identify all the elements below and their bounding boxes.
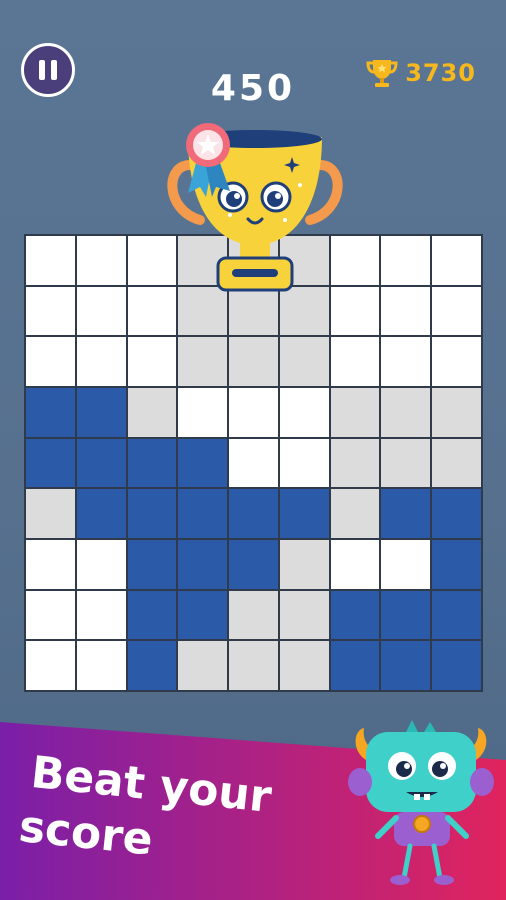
board-cell-empty[interactable] <box>381 438 431 488</box>
board-cell-empty[interactable] <box>26 540 75 589</box>
board-cell-empty[interactable] <box>381 540 431 589</box>
board-cell-empty[interactable] <box>432 388 481 437</box>
board-cell-empty[interactable] <box>26 489 75 538</box>
board-cell-empty[interactable] <box>76 540 126 589</box>
board-cell-empty[interactable] <box>76 236 126 285</box>
board-cell-empty[interactable] <box>229 590 278 640</box>
board-cell-filled[interactable] <box>432 540 481 589</box>
board-cell-filled[interactable] <box>381 590 431 640</box>
board-cell-empty[interactable] <box>229 641 278 690</box>
board-cell-filled[interactable] <box>178 590 228 640</box>
game-board[interactable] <box>24 234 483 692</box>
board-cell-empty[interactable] <box>381 388 431 437</box>
board-cell-empty[interactable] <box>76 590 126 640</box>
board-cell-empty[interactable] <box>330 438 380 488</box>
board-cell-filled[interactable] <box>127 540 177 589</box>
best-score: 3730 <box>365 56 476 90</box>
board-cell-empty[interactable] <box>26 337 75 386</box>
board-cell-empty[interactable] <box>330 540 380 589</box>
board-cell-empty[interactable] <box>432 438 481 488</box>
board-cell-empty[interactable] <box>432 236 481 285</box>
board-cell-empty[interactable] <box>127 337 177 386</box>
board-cell-empty[interactable] <box>381 286 431 336</box>
board-cell-empty[interactable] <box>279 590 329 640</box>
board-cell-filled[interactable] <box>178 438 228 488</box>
board-cell-filled[interactable] <box>127 438 177 488</box>
board-cell-filled[interactable] <box>330 590 380 640</box>
board-cell-filled[interactable] <box>178 489 228 538</box>
board-cell-filled[interactable] <box>178 540 228 589</box>
board-cell-empty[interactable] <box>432 337 481 386</box>
board-cell-filled[interactable] <box>330 641 380 690</box>
board-cell-empty[interactable] <box>26 641 75 690</box>
board-cell-filled[interactable] <box>26 438 75 488</box>
board-cell-empty[interactable] <box>178 641 228 690</box>
board-cell-empty[interactable] <box>279 438 329 488</box>
board-cell-empty[interactable] <box>279 337 329 386</box>
board-cell-filled[interactable] <box>381 641 431 690</box>
board-cell-empty[interactable] <box>381 236 431 285</box>
board-cell-filled[interactable] <box>76 438 126 488</box>
board-cell-empty[interactable] <box>330 337 380 386</box>
board-cell-empty[interactable] <box>76 337 126 386</box>
trophy-icon <box>366 60 398 87</box>
board-cell-filled[interactable] <box>127 489 177 538</box>
board-cell-empty[interactable] <box>279 540 329 589</box>
board-cell-empty[interactable] <box>26 590 75 640</box>
board-cell-filled[interactable] <box>127 590 177 640</box>
best-score-value: 3730 <box>405 59 476 87</box>
board-cell-empty[interactable] <box>76 286 126 336</box>
board-cell-empty[interactable] <box>330 489 380 538</box>
board-cell-filled[interactable] <box>432 641 481 690</box>
board-cell-empty[interactable] <box>26 286 75 336</box>
board-cell-empty[interactable] <box>229 438 278 488</box>
board-cell-filled[interactable] <box>432 590 481 640</box>
board-cell-empty[interactable] <box>229 388 278 437</box>
board-cell-filled[interactable] <box>76 388 126 437</box>
monster-mascot-icon <box>348 720 494 885</box>
board-cell-empty[interactable] <box>229 337 278 386</box>
board-cell-filled[interactable] <box>76 489 126 538</box>
board-cell-filled[interactable] <box>381 489 431 538</box>
board-cell-filled[interactable] <box>229 489 278 538</box>
board-cell-empty[interactable] <box>178 337 228 386</box>
board-cell-empty[interactable] <box>279 641 329 690</box>
board-cell-empty[interactable] <box>330 388 380 437</box>
board-cell-filled[interactable] <box>229 540 278 589</box>
board-cell-empty[interactable] <box>127 388 177 437</box>
board-cell-empty[interactable] <box>178 388 228 437</box>
board-cell-empty[interactable] <box>381 337 431 386</box>
board-cell-empty[interactable] <box>432 286 481 336</box>
board-cell-filled[interactable] <box>127 641 177 690</box>
board-cell-empty[interactable] <box>279 388 329 437</box>
board-cell-filled[interactable] <box>26 388 75 437</box>
trophy-mascot-icon <box>167 123 343 292</box>
board-cell-filled[interactable] <box>279 489 329 538</box>
board-cell-empty[interactable] <box>26 236 75 285</box>
board-cell-empty[interactable] <box>76 641 126 690</box>
board-cell-filled[interactable] <box>432 489 481 538</box>
